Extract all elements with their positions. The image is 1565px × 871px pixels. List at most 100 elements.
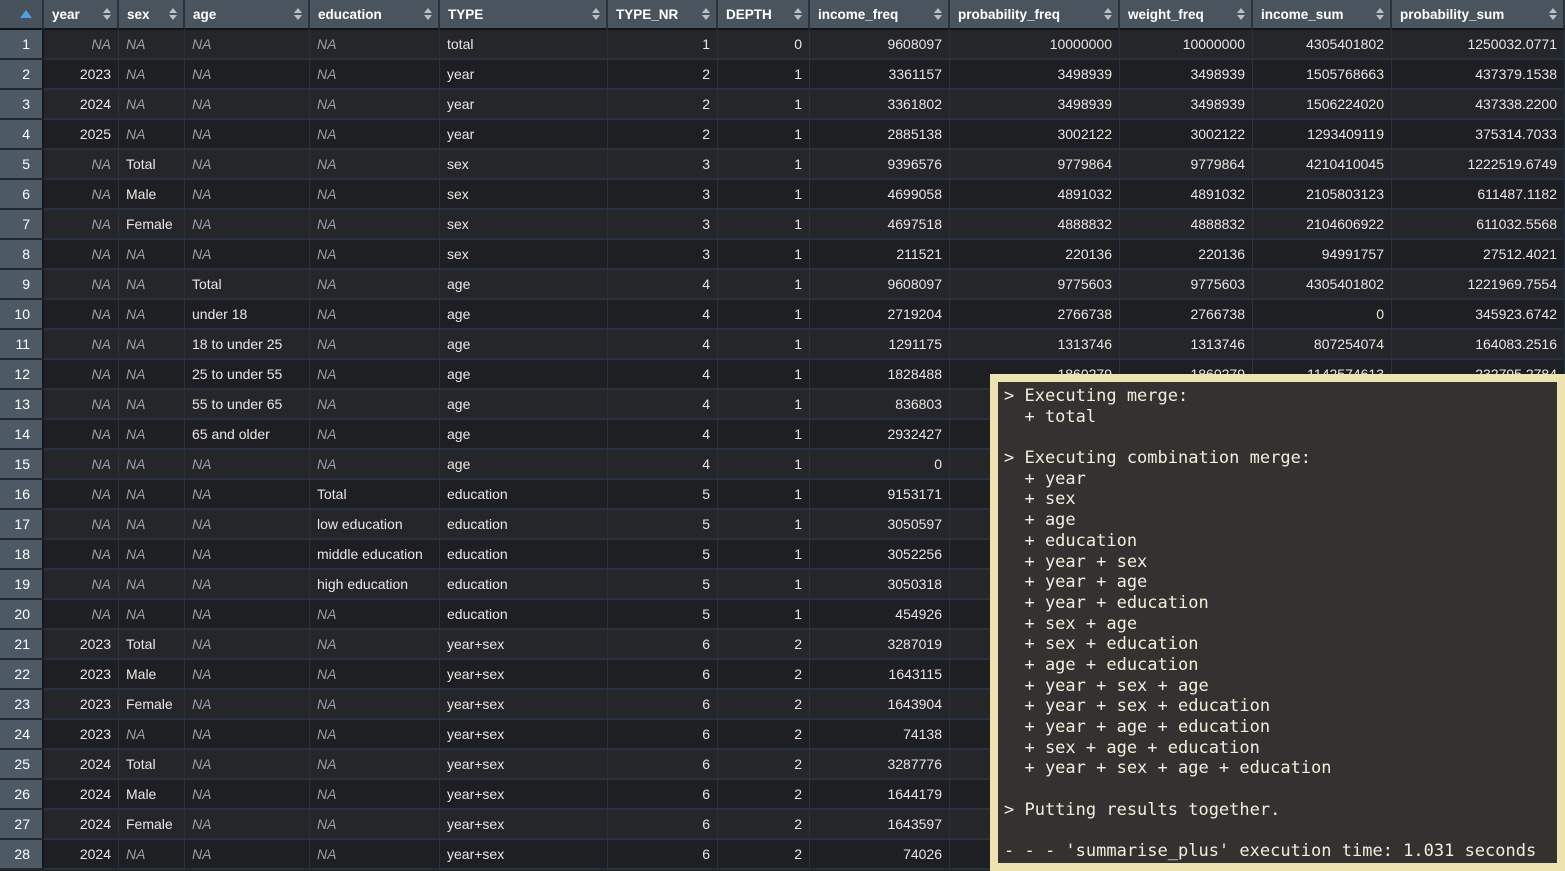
cell: 94991757 [1253,240,1392,270]
sort-down-icon [1376,15,1384,20]
sort-arrows-icon[interactable] [169,8,177,20]
cell: education [440,510,608,540]
row-number: 12 [0,360,44,390]
cell: 2 [608,90,718,120]
column-header-probability_freq[interactable]: probability_freq [950,0,1120,30]
sort-arrows-icon[interactable] [1549,8,1557,20]
cell: NA [119,60,185,90]
cell: 3 [608,180,718,210]
cell: Total [119,630,185,660]
sort-arrows-icon[interactable] [702,8,710,20]
cell: sex [440,150,608,180]
cell: Female [119,210,185,240]
cell: NA [185,480,310,510]
cell: sex [440,240,608,270]
cell: low education [310,510,440,540]
cell: Female [119,690,185,720]
cell: NA [185,570,310,600]
column-header-DEPTH[interactable]: DEPTH [718,0,810,30]
cell: NA [119,720,185,750]
cell: NA [119,450,185,480]
sort-arrows-icon[interactable] [592,8,600,20]
cell: 1 [718,510,810,540]
console-line: - - - 'summarise_plus' execution time: 1… [1004,841,1551,862]
row-number: 24 [0,720,44,750]
cell: NA [185,540,310,570]
row-number: 23 [0,690,44,720]
cell: 437379.1538 [1392,60,1565,90]
column-header-TYPE[interactable]: TYPE [440,0,608,30]
console-line: + year [1004,469,1551,490]
table-row: 42025NANANAyear2128851383002122300212212… [0,120,1565,150]
sort-ascending-icon[interactable] [20,10,32,18]
cell: year+sex [440,780,608,810]
sort-up-icon [702,8,710,13]
sort-arrows-icon[interactable] [424,8,432,20]
cell: NA [185,810,310,840]
sort-arrows-icon[interactable] [1237,8,1245,20]
column-header-label: weight_freq [1128,7,1204,22]
column-header-label: DEPTH [726,7,772,22]
column-header-income_sum[interactable]: income_sum [1253,0,1392,30]
sort-arrows-icon[interactable] [934,8,942,20]
cell: 2719204 [810,300,950,330]
cell: 1 [608,30,718,60]
cell: Male [119,660,185,690]
cell: year [440,60,608,90]
row-number: 21 [0,630,44,660]
table-row: 1NANANANAtotal10960809710000000100000004… [0,30,1565,60]
cell: year+sex [440,660,608,690]
cell: NA [310,690,440,720]
cell: 9608097 [810,30,950,60]
column-header-year[interactable]: year [44,0,119,30]
column-header-sex[interactable]: sex [119,0,185,30]
cell: 3052256 [810,540,950,570]
cell: Total [310,480,440,510]
column-header-TYPE_NR[interactable]: TYPE_NR [608,0,718,30]
cell: 345923.6742 [1392,300,1565,330]
cell: 1 [718,150,810,180]
sort-arrows-icon[interactable] [1376,8,1384,20]
cell: 4 [608,390,718,420]
cell: year+sex [440,840,608,870]
column-header-education[interactable]: education [310,0,440,30]
table-row: 22023NANANAyear2133611573498939349893915… [0,60,1565,90]
cell: NA [185,780,310,810]
cell: NA [44,420,119,450]
console-overlay: > Executing merge: + total > Executing c… [990,374,1565,871]
console-line: > Executing combination merge: [1004,448,1551,469]
console-line: + sex + age + education [1004,738,1551,759]
column-header-probability_sum[interactable]: probability_sum [1392,0,1565,30]
console-line: + year + sex + age [1004,676,1551,697]
cell: 6 [608,720,718,750]
cell: 4 [608,420,718,450]
sort-down-icon [1237,15,1245,20]
row-number-column-header[interactable] [0,0,44,30]
column-header-label: TYPE [448,7,483,22]
sort-arrows-icon[interactable] [103,8,111,20]
sort-arrows-icon[interactable] [1104,8,1112,20]
console-line: + year + education [1004,593,1551,614]
cell: NA [44,540,119,570]
sort-arrows-icon[interactable] [294,8,302,20]
cell: 1 [718,240,810,270]
column-header-label: probability_sum [1400,7,1504,22]
cell: high education [310,570,440,600]
cell: 375314.7033 [1392,120,1565,150]
cell: 4699058 [810,180,950,210]
cell: NA [44,390,119,420]
column-header-weight_freq[interactable]: weight_freq [1120,0,1253,30]
cell: 6 [608,630,718,660]
sort-arrows-icon[interactable] [794,8,802,20]
cell: 3361157 [810,60,950,90]
cell: 9775603 [950,270,1120,300]
cell: 2 [718,840,810,870]
column-header-income_freq[interactable]: income_freq [810,0,950,30]
cell: 1 [718,360,810,390]
cell: 164083.2516 [1392,330,1565,360]
row-number: 5 [0,150,44,180]
console-line: + year + sex + age + education [1004,758,1551,779]
column-header-age[interactable]: age [185,0,310,30]
cell: 2932427 [810,420,950,450]
column-header-label: year [52,7,80,22]
